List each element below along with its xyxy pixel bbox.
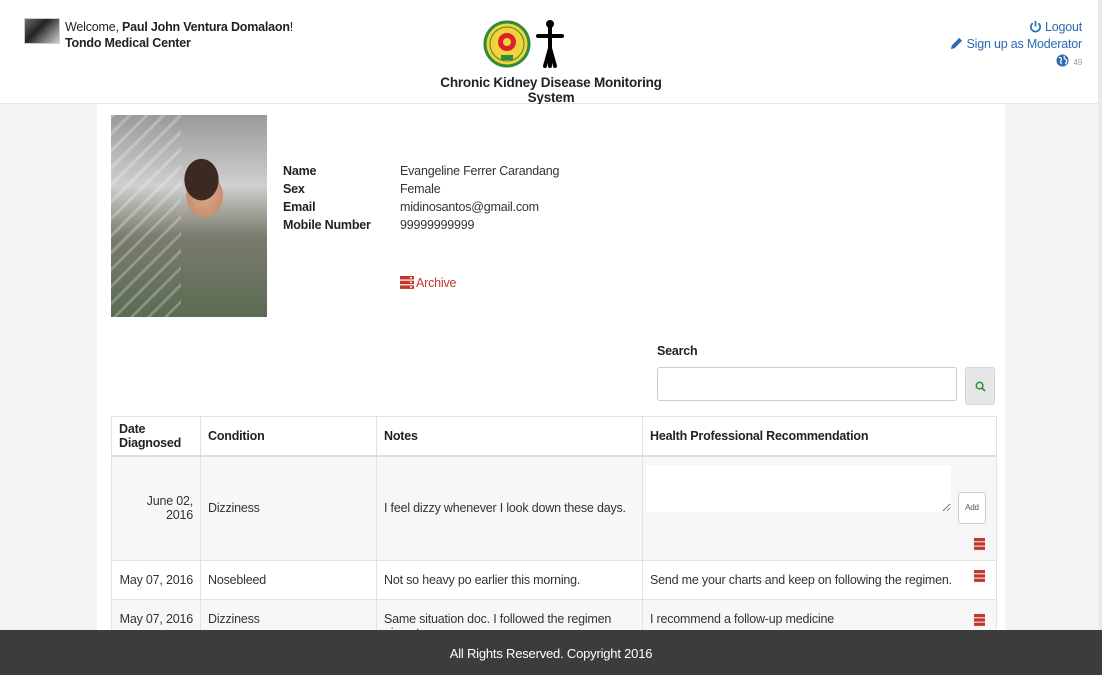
sex-label: Sex (283, 182, 305, 196)
welcome-suffix: ! (289, 20, 294, 34)
archive-label: Archive (416, 276, 457, 290)
header-recommendation: Health Professional Recommendation (642, 416, 997, 457)
add-recommendation-button[interactable]: Add (958, 491, 986, 524)
logout-label: Logout (1044, 20, 1082, 34)
signup-moderator-link[interactable]: Sign up as Moderator (950, 36, 1082, 53)
cell-condition: Dizziness (200, 455, 377, 561)
search-input[interactable] (657, 367, 957, 401)
cell-notes: Not so heavy po earlier this morning. (376, 560, 643, 600)
hospital-name: Tondo Medical Center (65, 36, 191, 50)
ckd-logo-icon (483, 20, 564, 68)
cell-condition: Nosebleed (200, 560, 377, 600)
table-row: May 07, 2016 Nosebleed Not so heavy po e… (111, 560, 997, 600)
signup-label: Sign up as Moderator (966, 37, 1082, 51)
avatar (24, 18, 60, 44)
patient-mobile: 99999999999 (400, 218, 475, 232)
cell-recommendation: Send me your charts and keep on followin… (642, 560, 997, 600)
user-name: Paul John Ventura Domalaon (122, 20, 290, 34)
archive-row-icon[interactable] (974, 614, 985, 626)
cell-recommendation: Add (642, 455, 997, 561)
logout-link[interactable]: Logout (950, 19, 1082, 36)
patient-sex: Female (400, 182, 441, 196)
welcome-prefix: Welcome, (65, 20, 123, 34)
notification-count: 49 (1073, 58, 1083, 67)
system-title: Chronic Kidney Disease Monitoring System (440, 75, 662, 105)
cell-notes: I feel dizzy whenever I look down these … (376, 455, 643, 561)
welcome-line: Welcome, Paul John Ventura Domalaon! (65, 19, 293, 35)
cell-date: June 02, 2016 (111, 455, 201, 561)
patient-email: midinosantos@gmail.com (400, 200, 539, 214)
archive-link[interactable]: Archive (400, 276, 456, 290)
table-header-row: Date Diagnosed Condition Notes Health Pr… (111, 416, 997, 457)
power-icon (1030, 20, 1041, 33)
search-label: Search (657, 344, 698, 358)
patient-photo (111, 115, 267, 317)
patient-name: Evangeline Ferrer Carandang (400, 164, 560, 178)
patient-panel: Name Sex Email Mobile Number Evangeline … (97, 104, 1005, 675)
header-notes: Notes (376, 416, 643, 457)
diagnosis-table: Date Diagnosed Condition Notes Health Pr… (111, 416, 997, 645)
top-header: Welcome, Paul John Ventura Domalaon! Ton… (0, 0, 1102, 105)
account-links: Logout Sign up as Moderator 49 (950, 19, 1082, 71)
welcome-block: Welcome, Paul John Ventura Domalaon! Ton… (65, 19, 293, 51)
globe-icon (1055, 54, 1069, 67)
header-condition: Condition (200, 416, 377, 457)
notifications-link[interactable]: 49 (950, 53, 1082, 71)
name-label: Name (283, 164, 317, 178)
page-scrollbar[interactable] (1098, 0, 1102, 630)
page-footer: All Rights Reserved. Copyright 2016 (0, 630, 1102, 675)
cell-date: May 07, 2016 (111, 560, 201, 600)
header-date: Date Diagnosed (111, 416, 201, 457)
footer-text: All Rights Reserved. Copyright 2016 (449, 646, 653, 661)
archive-row-icon[interactable] (974, 570, 985, 582)
recommendation-text: Send me your charts and keep on followin… (650, 573, 952, 587)
search-icon (975, 381, 986, 392)
email-label: Email (283, 200, 316, 214)
mobile-label: Mobile Number (283, 218, 371, 232)
search-button[interactable] (965, 367, 995, 405)
archive-icon (400, 276, 414, 289)
table-row: June 02, 2016 Dizziness I feel dizzy whe… (111, 455, 997, 561)
archive-row-icon[interactable] (974, 537, 985, 550)
recommendation-text: I recommend a follow-up medicine (650, 612, 834, 626)
pencil-icon (951, 37, 963, 50)
recommendation-input[interactable] (646, 464, 951, 512)
